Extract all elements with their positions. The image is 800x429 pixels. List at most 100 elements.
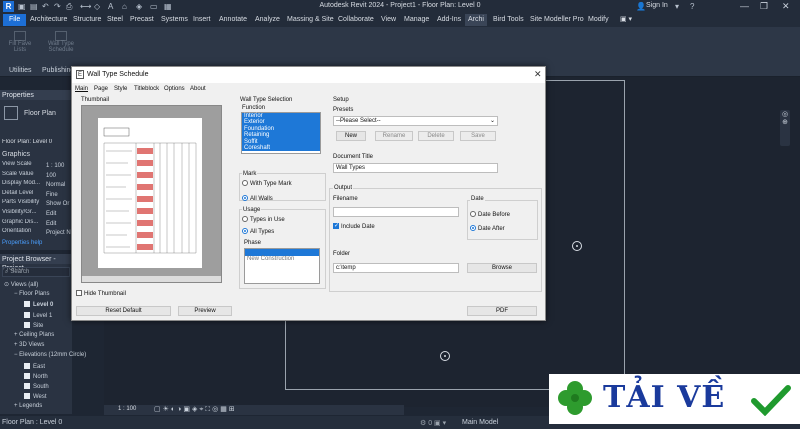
browser-item[interactable]: Level 1: [24, 311, 52, 319]
browser-item[interactable]: East: [24, 362, 45, 370]
phase-item[interactable]: New Construction: [245, 256, 319, 263]
tab-bird-tools[interactable]: Bird Tools: [490, 14, 527, 26]
hide-thumbnail-checkbox[interactable]: Hide Thumbnail: [76, 290, 126, 297]
tab-precast[interactable]: Precast: [127, 14, 157, 26]
preview-button[interactable]: Preview: [178, 306, 232, 316]
date-group: [467, 200, 538, 240]
minimize-button[interactable]: —: [740, 1, 749, 11]
user-icon[interactable]: 👤: [636, 2, 646, 11]
reset-default-button[interactable]: Reset Default: [76, 306, 171, 316]
browser-item-label: Level 0: [33, 302, 54, 309]
all-walls-radio[interactable]: All Walls: [242, 195, 273, 202]
elevation-marker-south[interactable]: [440, 351, 450, 361]
tab-systems[interactable]: Systems: [158, 14, 191, 26]
new-preset-button[interactable]: New: [336, 131, 366, 141]
menu-main[interactable]: Main: [75, 86, 88, 92]
tab-annotate[interactable]: Annotate: [216, 14, 250, 26]
zoom-icon[interactable]: ⊕: [780, 118, 790, 126]
property-row[interactable]: Graphic Dis... Edit: [2, 219, 56, 227]
type-selector[interactable]: Floor Plan: Level 0: [2, 139, 70, 145]
function-item[interactable]: Coreshaft: [242, 144, 320, 152]
tab-site-modeller-pro[interactable]: Site Modeller Pro: [527, 14, 587, 26]
browser-item[interactable]: + Legends: [14, 403, 42, 409]
chevron-down-icon[interactable]: ▾: [675, 2, 679, 11]
browse-button[interactable]: Browse: [467, 263, 537, 273]
menu-page[interactable]: Page: [94, 86, 108, 92]
property-row[interactable]: View Scale 1 : 100: [2, 161, 64, 169]
property-row[interactable]: Detail Level Fine: [2, 190, 58, 198]
property-row[interactable]: Display Mod... Normal: [2, 180, 65, 188]
menu-about[interactable]: About: [190, 86, 206, 92]
browser-item[interactable]: Site: [24, 321, 43, 329]
rename-preset-button[interactable]: Rename: [375, 131, 413, 141]
usage-label: Usage: [242, 207, 262, 213]
floor-plan-icon: [4, 106, 18, 120]
presets-dropdown[interactable]: --Please Select-- ⌄: [333, 116, 498, 126]
tab-file[interactable]: File: [3, 14, 27, 26]
tab-analyze[interactable]: Analyze: [252, 14, 283, 26]
browser-item[interactable]: + Ceiling Plans: [14, 332, 54, 338]
view-scale[interactable]: 1 : 100: [118, 406, 136, 412]
menu-style[interactable]: Style: [114, 86, 127, 92]
with-type-mark-radio[interactable]: With Type Mark: [242, 180, 292, 187]
sign-in-link[interactable]: Sign In: [646, 2, 668, 9]
browser-item[interactable]: ⊙ Views (all): [4, 281, 38, 288]
pdf-button[interactable]: PDF: [467, 306, 537, 316]
window-title: Autodesk Revit 2024 - Project1 - Floor P…: [319, 2, 481, 9]
function-listbox[interactable]: Interior Exterior Foundation Retaining Soffi…: [241, 112, 321, 154]
menu-titleblock[interactable]: Titleblock: [134, 86, 159, 92]
browser-item[interactable]: Level 0: [24, 301, 53, 308]
property-row[interactable]: Scale Value 100: [2, 171, 56, 179]
thumbnail-scrollbar[interactable]: [82, 276, 221, 282]
views-root-icon[interactable]: ⊙: [4, 282, 11, 288]
tab-add-ins[interactable]: Add-Ins: [434, 14, 464, 26]
elevation-marker-east[interactable]: [572, 241, 582, 251]
browser-item[interactable]: − Elevations (12mm Circle): [14, 352, 86, 358]
dialog-close-icon[interactable]: ✕: [534, 69, 542, 80]
active-model[interactable]: Main Model: [462, 419, 498, 426]
browser-item[interactable]: − Floor Plans: [14, 291, 50, 297]
tab-modify[interactable]: Modify: [585, 14, 612, 26]
tab-massing-site[interactable]: Massing & Site: [284, 14, 337, 26]
date-after-radio[interactable]: Date After: [470, 225, 505, 232]
date-before-radio[interactable]: Date Before: [470, 211, 510, 218]
property-row[interactable]: Parts Visibility Show Or: [2, 199, 69, 207]
phase-listbox[interactable]: New Construction: [244, 248, 320, 284]
all-types-radio[interactable]: All Types: [242, 228, 274, 235]
fill-fave-lists-button[interactable]: Fill Fave Lists: [4, 31, 36, 53]
include-date-checkbox[interactable]: Include Date: [333, 222, 375, 230]
help-icon[interactable]: ?: [690, 2, 694, 11]
browser-item[interactable]: North: [24, 372, 48, 380]
ribbon-toggle-icon[interactable]: ▣ ▾: [617, 14, 635, 26]
navigation-bar[interactable]: ◎ ⊕: [780, 110, 790, 146]
menu-options[interactable]: Options: [164, 86, 185, 92]
maximize-button[interactable]: ❐: [760, 1, 768, 12]
tab-structure[interactable]: Structure: [70, 14, 104, 26]
wall-type-schedule-button[interactable]: Wall Type Schedule: [46, 31, 76, 53]
tab-collaborate[interactable]: Collaborate: [335, 14, 377, 26]
view-control-icons[interactable]: ▢☀◐◑▣◈⌖⛶◎▦⊞: [154, 405, 237, 414]
close-button[interactable]: ✕: [782, 1, 790, 12]
browser-item[interactable]: West: [24, 393, 47, 400]
filename-input[interactable]: [333, 207, 459, 217]
browser-item[interactable]: + 3D Views: [14, 342, 44, 348]
tab-manage[interactable]: Manage: [401, 14, 432, 26]
status-icons[interactable]: ⚙ 0 ▣ ▾: [420, 419, 446, 427]
property-row[interactable]: Visibility/Gr... Edit: [2, 209, 56, 217]
tab-architecture[interactable]: Architecture: [27, 14, 70, 26]
tab-insert[interactable]: Insert: [190, 14, 214, 26]
tab-archi[interactable]: Archi: [465, 14, 487, 26]
tab-steel[interactable]: Steel: [104, 14, 126, 26]
browser-item[interactable]: South: [24, 383, 49, 390]
tab-view[interactable]: View: [378, 14, 399, 26]
folder-input[interactable]: c:\temp: [333, 263, 459, 273]
delete-preset-button[interactable]: Delete: [418, 131, 454, 141]
types-in-use-radio[interactable]: Types in Use: [242, 216, 285, 223]
phase-item-selected[interactable]: [245, 249, 319, 256]
save-preset-button[interactable]: Save: [460, 131, 496, 141]
steering-wheel-icon[interactable]: ◎: [780, 110, 790, 118]
properties-help-link[interactable]: Properties help: [2, 240, 42, 246]
browser-search[interactable]: ⌕ Search: [2, 267, 70, 277]
document-title-input[interactable]: Wall Types: [333, 163, 498, 173]
property-row[interactable]: Orientation Project N: [2, 228, 71, 236]
